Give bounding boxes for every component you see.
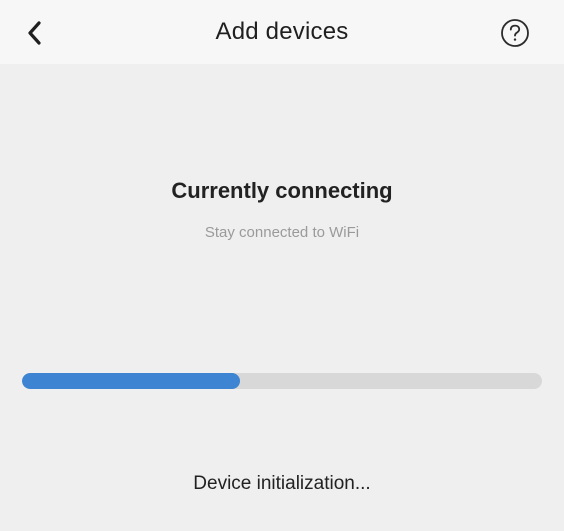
progress-step-label: Device initialization... — [193, 473, 371, 494]
progress-bar — [22, 373, 542, 389]
top-bar: Add devices — [0, 0, 564, 64]
status-title: Currently connecting — [171, 178, 393, 203]
back-button[interactable] — [14, 14, 54, 52]
question-circle-icon — [501, 19, 529, 47]
status-subtitle: Stay connected to WiFi — [204, 224, 360, 241]
help-button[interactable] — [500, 18, 530, 48]
chevron-left-icon — [28, 21, 41, 45]
progress-bar-fill — [22, 373, 241, 389]
page-title: Add devices — [215, 18, 349, 45]
